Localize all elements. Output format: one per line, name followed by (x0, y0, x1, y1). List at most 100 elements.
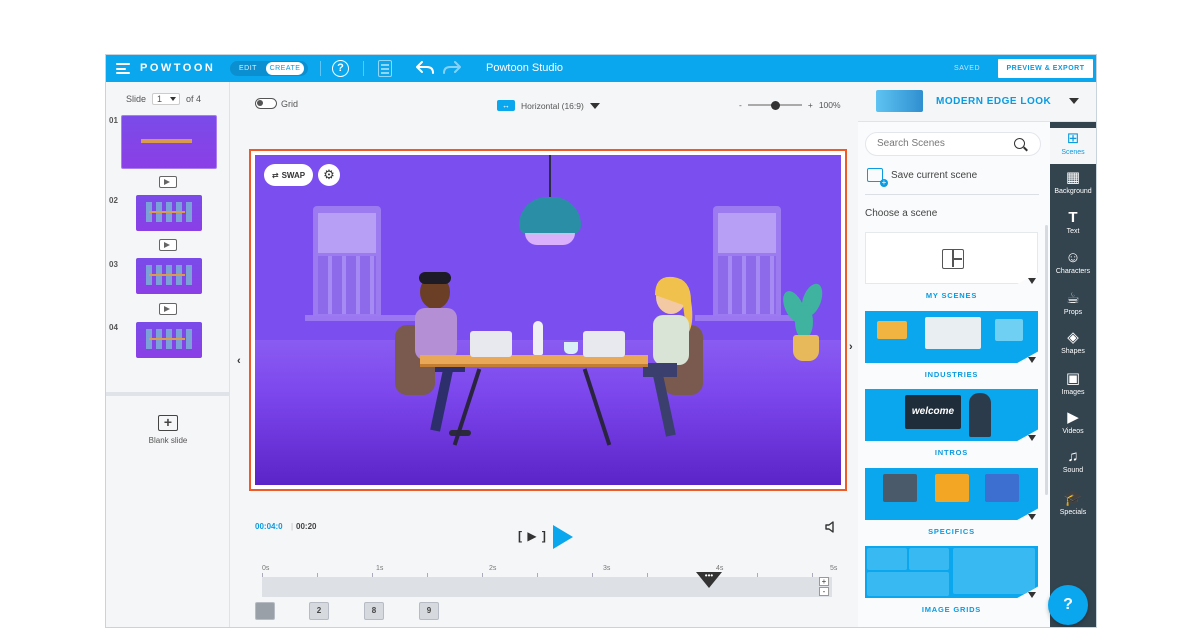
scenes-scrollbar[interactable] (1045, 225, 1048, 495)
chevron-down-icon[interactable] (1028, 592, 1036, 598)
chevron-down-icon[interactable] (1028, 357, 1036, 363)
undo-icon[interactable] (415, 60, 435, 76)
save-current-scene-button[interactable]: Save current scene (867, 168, 977, 187)
collapse-right-panel-chevron-icon[interactable]: › (849, 341, 853, 353)
aspect-ratio-selector[interactable]: ↔ Horizontal (16:9) (497, 100, 600, 111)
layer-item[interactable] (255, 602, 275, 620)
chevron-down-icon[interactable] (1028, 278, 1036, 284)
help-chat-button[interactable]: ? (1048, 585, 1088, 625)
slide-thumbnail-3[interactable] (136, 258, 202, 294)
ruler-mark: 2s (489, 565, 497, 572)
slides-panel: Slide 1 of 4 01 02 03 04 + Blank slide (106, 82, 230, 627)
edit-create-toggle[interactable]: EDIT CREATE (230, 61, 308, 76)
chevron-down-icon[interactable] (1028, 435, 1036, 441)
slide-number: 02 (109, 196, 118, 205)
slide-number: 03 (109, 260, 118, 269)
gear-icon: ⚙ (323, 167, 335, 182)
water-bottle-prop[interactable] (533, 321, 543, 355)
scene-category-image-grids[interactable] (865, 546, 1038, 598)
toolbar-images[interactable]: ▣ Images (1050, 370, 1096, 397)
notes-icon[interactable] (378, 60, 392, 77)
slide-transition-button[interactable] (159, 303, 177, 315)
preview-export-button[interactable]: PREVIEW & EXPORT (998, 59, 1093, 78)
toolbar-props[interactable]: ☕ Props (1050, 290, 1096, 317)
create-mode-option[interactable]: CREATE (266, 62, 304, 75)
swap-button[interactable]: ⇄ SWAP (264, 164, 313, 186)
toolbar-label: Background (1054, 188, 1092, 195)
timeline-zoom-in-button[interactable]: + (819, 577, 829, 586)
edit-mode-option[interactable]: EDIT (230, 65, 266, 72)
laptop-prop[interactable] (583, 331, 625, 357)
ruler-mark: 3s (603, 565, 611, 572)
swap-icon: ⇄ (271, 170, 279, 180)
shapes-icon: ◈ (1067, 329, 1079, 346)
office-window (713, 206, 781, 316)
slide-thumbnail-2[interactable] (136, 195, 202, 231)
asset-toolbar: ⊞ Scenes ▦ Background T Text ☺ Characters ☕ P… (1050, 122, 1096, 627)
slide-thumbnail-4[interactable] (136, 322, 202, 358)
toolbar-specials[interactable]: 🎓 Specials (1050, 491, 1096, 517)
volume-icon[interactable] (825, 521, 839, 533)
toolbar-label: Scenes (1061, 149, 1085, 156)
style-selector[interactable]: MODERN EDGE LOOK (858, 82, 1096, 122)
chevron-down-icon[interactable] (1069, 98, 1079, 104)
timeline-track[interactable] (262, 577, 832, 597)
zoom-slider[interactable] (747, 100, 802, 110)
thumbs-up-icon (985, 474, 1019, 502)
play-icon[interactable] (553, 525, 573, 549)
zoom-slider-handle[interactable] (770, 100, 780, 110)
ruler-mark: 0s (262, 565, 270, 572)
slide-transition-button[interactable] (159, 176, 177, 188)
laptop-prop[interactable] (470, 331, 512, 357)
redo-icon[interactable] (442, 60, 462, 76)
blank-slide-button[interactable]: + Blank slide (142, 415, 194, 445)
play-slide-button[interactable]: [ ▶ ] (518, 529, 547, 543)
scene-category-intros[interactable]: welcome (865, 389, 1038, 441)
toolbar-text[interactable]: T Text (1050, 210, 1096, 236)
slide-transition-button[interactable] (159, 239, 177, 251)
layer-item[interactable]: 9 (419, 602, 439, 620)
scene-category-my-scenes[interactable] (865, 232, 1038, 284)
toolbar-label: Characters (1055, 268, 1091, 275)
images-icon: ▣ (1065, 370, 1081, 387)
save-status: SAVED (954, 65, 981, 72)
toolbar-label: Shapes (1061, 348, 1085, 355)
image-placeholder-icon (867, 572, 949, 596)
scene-category-label: INDUSTRIES (924, 370, 979, 379)
panel-divider (106, 392, 230, 396)
scenes-panel: Search Scenes Save current scene Choose … (858, 122, 1050, 627)
toolbar-scenes[interactable]: ⊞ Scenes (1050, 128, 1096, 164)
grid-toggle[interactable]: Grid (255, 98, 298, 109)
mug-prop[interactable] (564, 342, 578, 354)
hamburger-menu-icon[interactable] (116, 63, 130, 74)
slide-canvas[interactable]: ⇄ SWAP ⚙ (255, 155, 841, 485)
scene-category-specifics[interactable] (865, 468, 1038, 520)
zoom-in-button[interactable]: + (808, 100, 813, 110)
toolbar-videos[interactable]: ▶ Videos (1050, 410, 1096, 436)
zoom-out-button[interactable]: - (739, 100, 742, 110)
grid-switch[interactable] (255, 98, 277, 109)
collapse-left-panel-chevron-icon[interactable]: ‹ (237, 355, 241, 367)
aspect-ratio-label: Horizontal (16:9) (521, 100, 584, 111)
slide-thumbnail-1[interactable] (121, 115, 217, 169)
sound-icon: ♫ (1067, 448, 1079, 465)
search-icon[interactable] (1014, 138, 1025, 149)
toolbar-characters[interactable]: ☺ Characters (1050, 250, 1096, 276)
swap-label: SWAP (281, 170, 306, 180)
slide-number: 04 (109, 323, 118, 332)
toolbar-sound[interactable]: ♫ Sound (1050, 448, 1096, 475)
timeline-zoom-out-button[interactable]: - (819, 587, 829, 596)
project-title[interactable]: Powtoon Studio (486, 62, 563, 74)
slide-select[interactable]: 1 (152, 93, 181, 105)
scene-category-industries[interactable] (865, 311, 1038, 363)
toolbar-shapes[interactable]: ◈ Shapes (1050, 329, 1096, 356)
chevron-down-icon[interactable] (1028, 514, 1036, 520)
layer-item[interactable]: 2 (309, 602, 329, 620)
help-icon[interactable]: ? (332, 60, 349, 77)
layer-item[interactable]: 8 (364, 602, 384, 620)
toolbar-label: Specials (1059, 509, 1087, 516)
plant-pot-prop[interactable] (793, 335, 819, 361)
props-icon: ☕ (1066, 290, 1080, 307)
scene-settings-button[interactable]: ⚙ (318, 164, 340, 186)
toolbar-background[interactable]: ▦ Background (1050, 170, 1096, 196)
